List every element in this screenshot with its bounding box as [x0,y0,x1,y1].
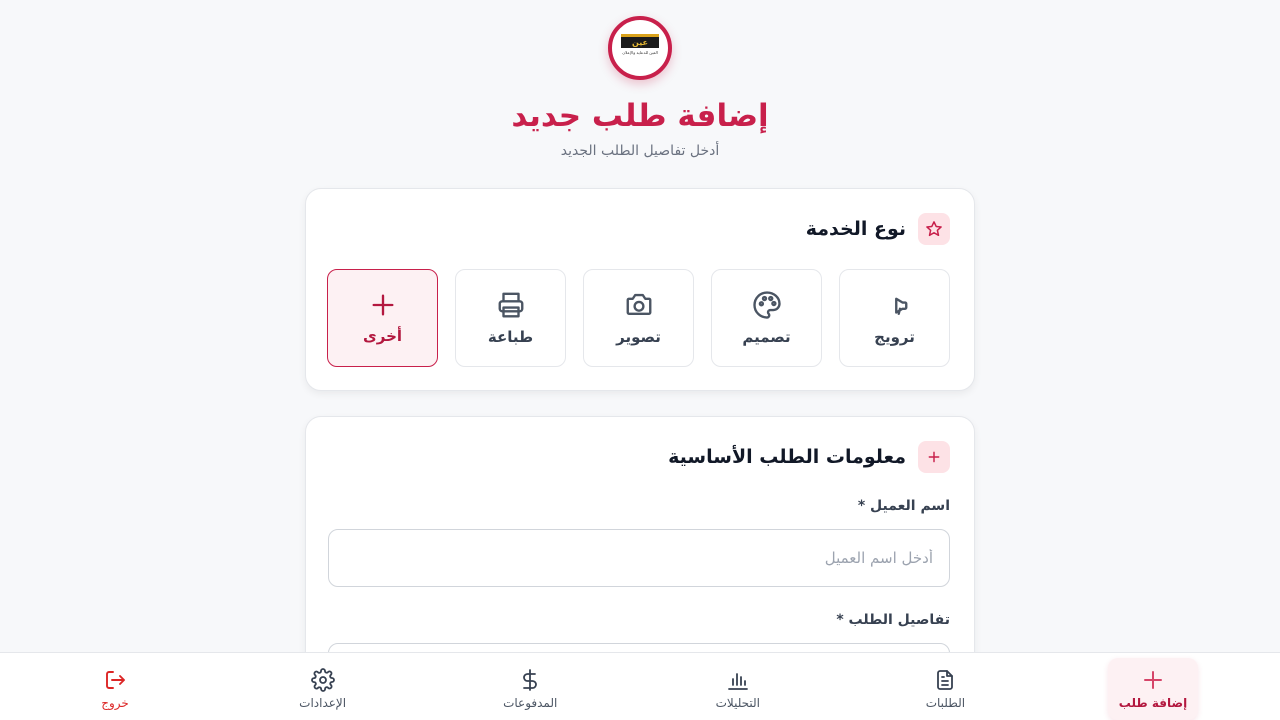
bar-chart-icon [726,668,750,692]
nav-logout[interactable]: خروج [70,658,160,720]
service-label: طباعة [487,328,534,346]
plus-icon [918,441,950,473]
service-label: تصوير [616,328,661,346]
nav-label: الإعدادات [299,696,347,710]
nav-label: إضافة طلب [1118,696,1188,710]
dollar-icon [518,668,542,692]
service-option-design[interactable]: تصميم [711,269,822,367]
basic-info-title: معلومات الطلب الأساسية [668,446,906,468]
bottom-navigation: إضافة طلب الطلبات التحليلات المدفوعات ال… [0,652,1280,720]
service-type-card: نوع الخدمة ترويج تصميم تصوير طباعة أخرى [305,188,975,391]
service-label: ترويج [874,328,915,346]
service-options: ترويج تصميم تصوير طباعة أخرى [327,269,950,367]
basic-info-card: معلومات الطلب الأساسية اسم العميل * تفاص… [305,416,975,652]
nav-analytics[interactable]: التحليلات [693,658,783,720]
nav-payments[interactable]: المدفوعات [485,658,575,720]
nav-label: التحليلات [715,696,761,710]
service-option-photography[interactable]: تصوير [583,269,694,367]
plus-icon [1141,668,1165,692]
service-label: أخرى [362,327,403,345]
client-name-input[interactable] [328,529,950,587]
page-subtitle: أدخل تفاصيل الطلب الجديد [560,143,720,159]
nav-settings[interactable]: الإعدادات [278,658,368,720]
page-header: عين العين للدعاية والإعلان إضافة طلب جدي… [0,0,1280,160]
plus-icon [369,291,397,319]
nav-label: خروج [101,696,129,710]
nav-add-order[interactable]: إضافة طلب [1108,658,1198,720]
service-label: تصميم [742,328,791,346]
camera-icon [624,290,654,320]
logo-mark: عين [621,34,659,48]
megaphone-icon [880,290,910,320]
nav-label: المدفوعات [503,696,558,710]
order-details-label: تفاصيل الطلب * [836,612,950,628]
service-option-promotion[interactable]: ترويج [839,269,950,367]
logo-inner: عين العين للدعاية والإعلان [618,34,662,62]
brand-logo: عين العين للدعاية والإعلان [608,16,672,80]
client-name-label: اسم العميل * [857,498,950,514]
service-option-other[interactable]: أخرى [327,269,438,367]
star-icon [918,213,950,245]
gear-icon [310,668,335,692]
logo-caption: العين للدعاية والإعلان [622,50,658,55]
service-type-title: نوع الخدمة [805,218,906,240]
service-option-printing[interactable]: طباعة [455,269,566,367]
logout-icon [103,668,127,692]
nav-orders[interactable]: الطلبات [900,658,990,720]
page-title: إضافة طلب جديد [511,98,769,134]
order-details-input[interactable] [328,643,950,652]
main-content: عين العين للدعاية والإعلان إضافة طلب جدي… [0,0,1280,652]
basic-info-header: معلومات الطلب الأساسية [668,441,950,473]
service-type-header: نوع الخدمة [806,213,950,245]
nav-label: الطلبات [925,696,966,710]
document-icon [933,668,957,692]
printer-icon [496,290,526,320]
palette-icon [752,290,782,320]
